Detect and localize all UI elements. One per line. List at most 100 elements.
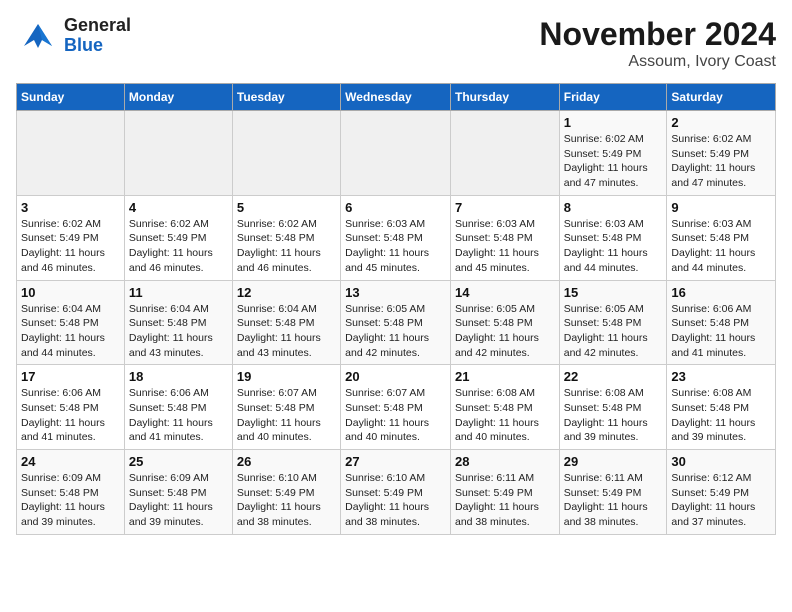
col-sunday: Sunday (17, 84, 125, 111)
day-number: 24 (21, 454, 120, 469)
calendar-cell: 16 Sunrise: 6:06 AM Sunset: 5:48 PM Dayli… (667, 280, 776, 365)
day-number: 12 (237, 285, 336, 300)
calendar-cell: 19 Sunrise: 6:07 AM Sunset: 5:48 PM Dayli… (232, 365, 340, 450)
col-saturday: Saturday (667, 84, 776, 111)
day-info: Sunrise: 6:06 AM Sunset: 5:48 PM Dayligh… (21, 386, 120, 445)
day-info: Sunrise: 6:06 AM Sunset: 5:48 PM Dayligh… (671, 302, 771, 361)
calendar-cell: 5 Sunrise: 6:02 AM Sunset: 5:48 PM Daylig… (232, 195, 340, 280)
calendar-week-4: 17 Sunrise: 6:06 AM Sunset: 5:48 PM Dayli… (17, 365, 776, 450)
day-number: 3 (21, 200, 120, 215)
day-info: Sunrise: 6:02 AM Sunset: 5:48 PM Dayligh… (237, 217, 336, 276)
col-wednesday: Wednesday (341, 84, 451, 111)
calendar-cell (17, 111, 125, 196)
day-info: Sunrise: 6:08 AM Sunset: 5:48 PM Dayligh… (671, 386, 771, 445)
day-number: 26 (237, 454, 336, 469)
day-number: 13 (345, 285, 446, 300)
calendar-cell: 29Sunrise: 6:11 AM Sunset: 5:49 PM Dayli… (559, 450, 667, 535)
calendar-cell: 22Sunrise: 6:08 AM Sunset: 5:48 PM Dayli… (559, 365, 667, 450)
calendar-cell: 18Sunrise: 6:06 AM Sunset: 5:48 PM Dayli… (124, 365, 232, 450)
calendar-cell: 3 Sunrise: 6:02 AM Sunset: 5:49 PM Daylig… (17, 195, 125, 280)
day-number: 1 (564, 115, 663, 130)
day-info: Sunrise: 6:03 AM Sunset: 5:48 PM Dayligh… (671, 217, 771, 276)
day-info: Sunrise: 6:07 AM Sunset: 5:48 PM Dayligh… (237, 386, 336, 445)
day-number: 25 (129, 454, 228, 469)
day-info: Sunrise: 6:03 AM Sunset: 5:48 PM Dayligh… (564, 217, 663, 276)
calendar-cell: 6 Sunrise: 6:03 AM Sunset: 5:48 PM Daylig… (341, 195, 451, 280)
title-block: November 2024 Assoum, Ivory Coast (539, 16, 776, 71)
day-number: 21 (455, 369, 555, 384)
logo-icon (16, 16, 60, 56)
day-number: 6 (345, 200, 446, 215)
col-thursday: Thursday (450, 84, 559, 111)
logo-general: General (64, 16, 131, 36)
calendar-cell: 24 Sunrise: 6:09 AM Sunset: 5:48 PM Dayli… (17, 450, 125, 535)
calendar-cell: 1Sunrise: 6:02 AM Sunset: 5:49 PM Daylig… (559, 111, 667, 196)
page-header: General Blue November 2024 Assoum, Ivory… (16, 16, 776, 71)
day-info: Sunrise: 6:02 AM Sunset: 5:49 PM Dayligh… (21, 217, 120, 276)
day-number: 19 (237, 369, 336, 384)
calendar-cell: 4 Sunrise: 6:02 AM Sunset: 5:49 PM Daylig… (124, 195, 232, 280)
calendar-cell: 27 Sunrise: 6:10 AM Sunset: 5:49 PM Dayli… (341, 450, 451, 535)
day-info: Sunrise: 6:02 AM Sunset: 5:49 PM Dayligh… (671, 132, 771, 191)
calendar-cell: 28Sunrise: 6:11 AM Sunset: 5:49 PM Dayli… (450, 450, 559, 535)
day-number: 11 (129, 285, 228, 300)
day-info: Sunrise: 6:09 AM Sunset: 5:48 PM Dayligh… (129, 471, 228, 530)
calendar-week-2: 3 Sunrise: 6:02 AM Sunset: 5:49 PM Daylig… (17, 195, 776, 280)
col-tuesday: Tuesday (232, 84, 340, 111)
day-number: 9 (671, 200, 771, 215)
logo-blue: Blue (64, 36, 131, 56)
col-monday: Monday (124, 84, 232, 111)
calendar-cell: 26Sunrise: 6:10 AM Sunset: 5:49 PM Dayli… (232, 450, 340, 535)
day-number: 29 (564, 454, 663, 469)
day-info: Sunrise: 6:09 AM Sunset: 5:48 PM Dayligh… (21, 471, 120, 530)
calendar-cell: 15 Sunrise: 6:05 AM Sunset: 5:48 PM Dayli… (559, 280, 667, 365)
day-info: Sunrise: 6:02 AM Sunset: 5:49 PM Dayligh… (129, 217, 228, 276)
day-number: 18 (129, 369, 228, 384)
day-number: 20 (345, 369, 446, 384)
day-number: 16 (671, 285, 771, 300)
day-info: Sunrise: 6:03 AM Sunset: 5:48 PM Dayligh… (455, 217, 555, 276)
day-info: Sunrise: 6:11 AM Sunset: 5:49 PM Dayligh… (455, 471, 555, 530)
day-number: 15 (564, 285, 663, 300)
day-info: Sunrise: 6:04 AM Sunset: 5:48 PM Dayligh… (21, 302, 120, 361)
day-info: Sunrise: 6:12 AM Sunset: 5:49 PM Dayligh… (671, 471, 771, 530)
calendar-cell: 11 Sunrise: 6:04 AM Sunset: 5:48 PM Dayli… (124, 280, 232, 365)
calendar-table: Sunday Monday Tuesday Wednesday Thursday… (16, 83, 776, 535)
day-number: 10 (21, 285, 120, 300)
day-info: Sunrise: 6:08 AM Sunset: 5:48 PM Dayligh… (455, 386, 555, 445)
day-info: Sunrise: 6:05 AM Sunset: 5:48 PM Dayligh… (345, 302, 446, 361)
day-number: 2 (671, 115, 771, 130)
day-number: 14 (455, 285, 555, 300)
calendar-cell: 23Sunrise: 6:08 AM Sunset: 5:48 PM Dayli… (667, 365, 776, 450)
day-number: 5 (237, 200, 336, 215)
day-number: 17 (21, 369, 120, 384)
day-info: Sunrise: 6:03 AM Sunset: 5:48 PM Dayligh… (345, 217, 446, 276)
calendar-header: Sunday Monday Tuesday Wednesday Thursday… (17, 84, 776, 111)
subtitle: Assoum, Ivory Coast (539, 53, 776, 71)
main-title: November 2024 (539, 16, 776, 53)
calendar-week-3: 10 Sunrise: 6:04 AM Sunset: 5:48 PM Dayli… (17, 280, 776, 365)
day-info: Sunrise: 6:04 AM Sunset: 5:48 PM Dayligh… (129, 302, 228, 361)
day-info: Sunrise: 6:04 AM Sunset: 5:48 PM Dayligh… (237, 302, 336, 361)
calendar-cell: 21 Sunrise: 6:08 AM Sunset: 5:48 PM Dayli… (450, 365, 559, 450)
calendar-cell (450, 111, 559, 196)
col-friday: Friday (559, 84, 667, 111)
day-info: Sunrise: 6:10 AM Sunset: 5:49 PM Dayligh… (345, 471, 446, 530)
calendar-cell: 30Sunrise: 6:12 AM Sunset: 5:49 PM Dayli… (667, 450, 776, 535)
calendar-cell: 14Sunrise: 6:05 AM Sunset: 5:48 PM Dayli… (450, 280, 559, 365)
calendar-week-5: 24 Sunrise: 6:09 AM Sunset: 5:48 PM Dayli… (17, 450, 776, 535)
calendar-cell: 8Sunrise: 6:03 AM Sunset: 5:48 PM Daylig… (559, 195, 667, 280)
day-info: Sunrise: 6:05 AM Sunset: 5:48 PM Dayligh… (564, 302, 663, 361)
calendar-cell: 25 Sunrise: 6:09 AM Sunset: 5:48 PM Dayli… (124, 450, 232, 535)
day-number: 27 (345, 454, 446, 469)
calendar-cell: 9 Sunrise: 6:03 AM Sunset: 5:48 PM Daylig… (667, 195, 776, 280)
header-row: Sunday Monday Tuesday Wednesday Thursday… (17, 84, 776, 111)
calendar-cell: 20Sunrise: 6:07 AM Sunset: 5:48 PM Dayli… (341, 365, 451, 450)
calendar-cell (232, 111, 340, 196)
day-number: 4 (129, 200, 228, 215)
logo: General Blue (16, 16, 131, 56)
calendar-week-1: 1 Sunrise: 6:02 AM Sunset: 5:49 PM Daylig… (17, 111, 776, 196)
day-number: 7 (455, 200, 555, 215)
calendar-cell (341, 111, 451, 196)
calendar-cell: 13 Sunrise: 6:05 AM Sunset: 5:48 PM Dayli… (341, 280, 451, 365)
